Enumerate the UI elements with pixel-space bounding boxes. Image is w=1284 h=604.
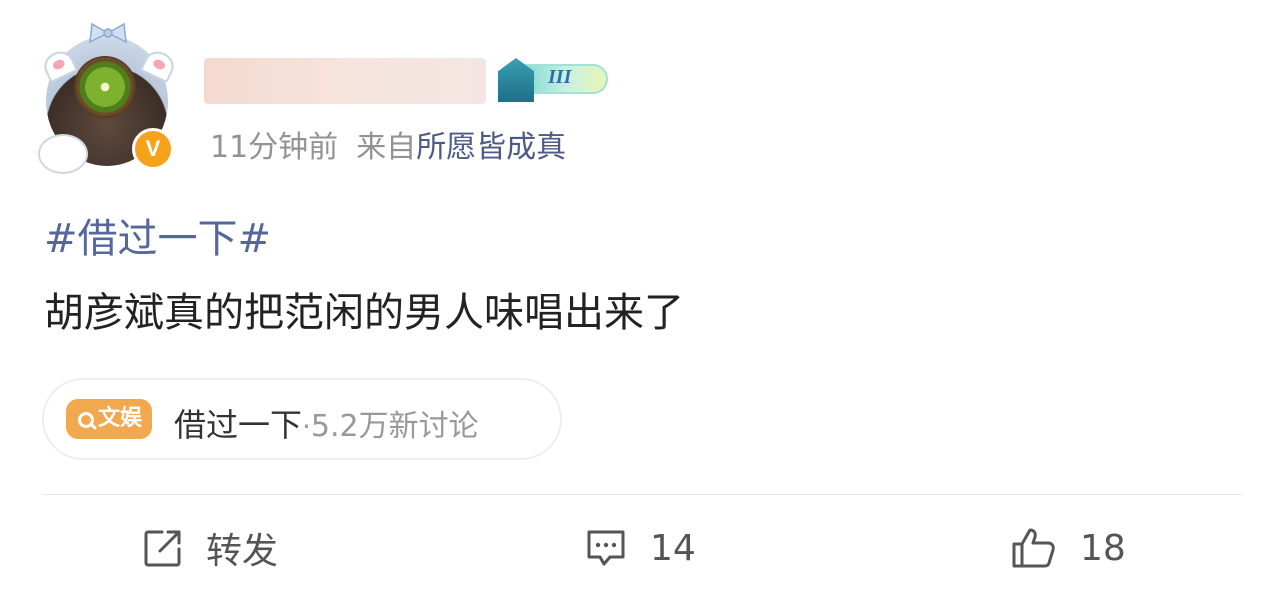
member-level-badge[interactable]: III (498, 58, 612, 102)
topic-card-name: 借过一下 (174, 406, 303, 444)
post-time: 11分钟前 (210, 130, 339, 165)
divider (42, 494, 1242, 495)
member-level-text: III (548, 66, 572, 88)
comment-icon (587, 530, 625, 566)
verified-badge-icon: V (132, 128, 174, 170)
topic-card[interactable]: 文娱 借过一下·5.2万新讨论 (42, 378, 562, 460)
repost-icon (144, 530, 181, 567)
repost-button[interactable]: 转发 (142, 520, 278, 576)
username[interactable] (204, 58, 486, 104)
post-source[interactable]: 所愿皆成真 (416, 130, 566, 165)
topic-category-label: 文娱 (98, 406, 143, 431)
weibo-post: V III 11分钟前 来自所愿皆成真 #借过一下# 胡彦斌真的把范闲的男人味唱出… (0, 0, 1284, 604)
kiwi-sticker (76, 58, 134, 116)
like-button[interactable]: 18 (1010, 520, 1126, 576)
search-icon (78, 412, 94, 428)
topic-card-separator: · (302, 410, 311, 443)
like-count: 18 (1080, 527, 1126, 569)
topic-category-tag: 文娱 (66, 399, 153, 439)
post-text: 胡彦斌真的把范闲的男人味唱出来了 (44, 290, 684, 336)
comment-count: 14 (650, 527, 696, 569)
topic-card-count: 5.2万新讨论 (310, 409, 479, 444)
repost-label: 转发 (206, 531, 279, 572)
topic-card-text: 借过一下·5.2万新讨论 (174, 400, 479, 446)
post-meta: 11分钟前 来自所愿皆成真 (210, 122, 566, 166)
bunny-decoration (38, 134, 88, 174)
comment-button[interactable]: 14 (584, 520, 696, 576)
source-prefix: 来自 (356, 130, 417, 165)
bow-decoration (89, 22, 127, 44)
topic-hashtag[interactable]: #借过一下# (44, 206, 271, 264)
thumbs-up-icon (1012, 528, 1055, 568)
avatar[interactable]: V (38, 22, 179, 174)
